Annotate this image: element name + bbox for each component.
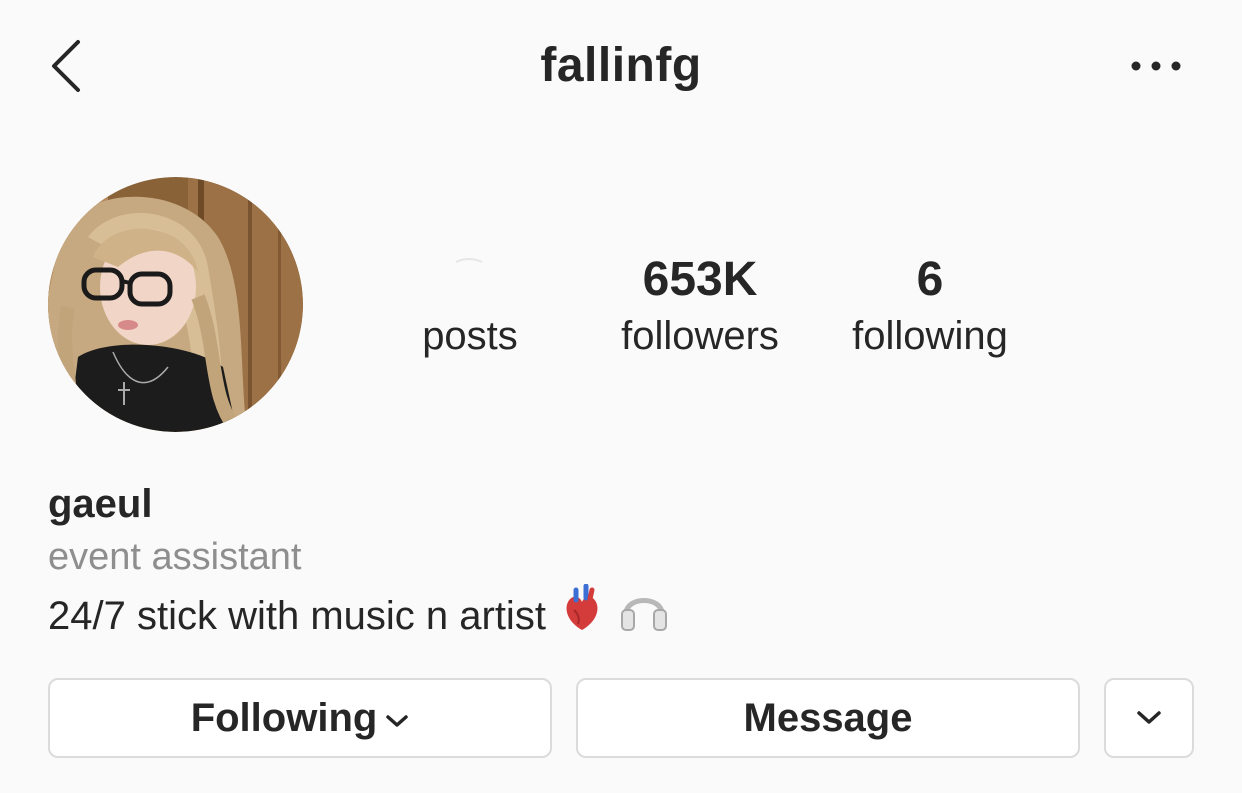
page-title: fallinfg — [540, 39, 702, 92]
followers-label: followers — [621, 314, 779, 358]
avatar[interactable] — [48, 177, 303, 432]
more-horizontal-icon — [1131, 61, 1181, 71]
stat-followers[interactable]: 653K followers — [590, 250, 810, 362]
top-bar: fallinfg — [0, 0, 1242, 130]
posts-count — [400, 250, 540, 310]
following-button[interactable]: Following — [48, 678, 552, 758]
stat-following[interactable]: 6 following — [830, 250, 1030, 362]
chevron-down-icon — [386, 715, 409, 727]
following-label: following — [852, 314, 1008, 358]
following-count: 6 — [916, 253, 944, 306]
profile-category: event assistant — [48, 536, 302, 578]
posts-label: posts — [422, 314, 518, 358]
stat-posts[interactable]: posts — [400, 250, 540, 362]
headphones-icon — [618, 584, 670, 648]
anatomical-heart-icon — [562, 583, 602, 648]
profile-name: gaeul — [48, 482, 153, 526]
following-button-label: Following — [190, 695, 378, 740]
chevron-down-icon — [1137, 711, 1161, 724]
message-button-label: Message — [743, 695, 913, 740]
profile-photo — [48, 177, 303, 432]
more-options-button[interactable] — [1125, 48, 1187, 84]
bio-text-row: 24/7 stick with music n artist — [48, 583, 1198, 648]
message-button[interactable]: Message — [576, 678, 1080, 758]
suggested-accounts-button[interactable] — [1104, 678, 1194, 758]
bio-section: gaeul event assistant 24/7 stick with mu… — [48, 478, 1198, 648]
bio-text: 24/7 stick with music n artist — [48, 594, 546, 638]
followers-count: 653K — [642, 253, 758, 306]
